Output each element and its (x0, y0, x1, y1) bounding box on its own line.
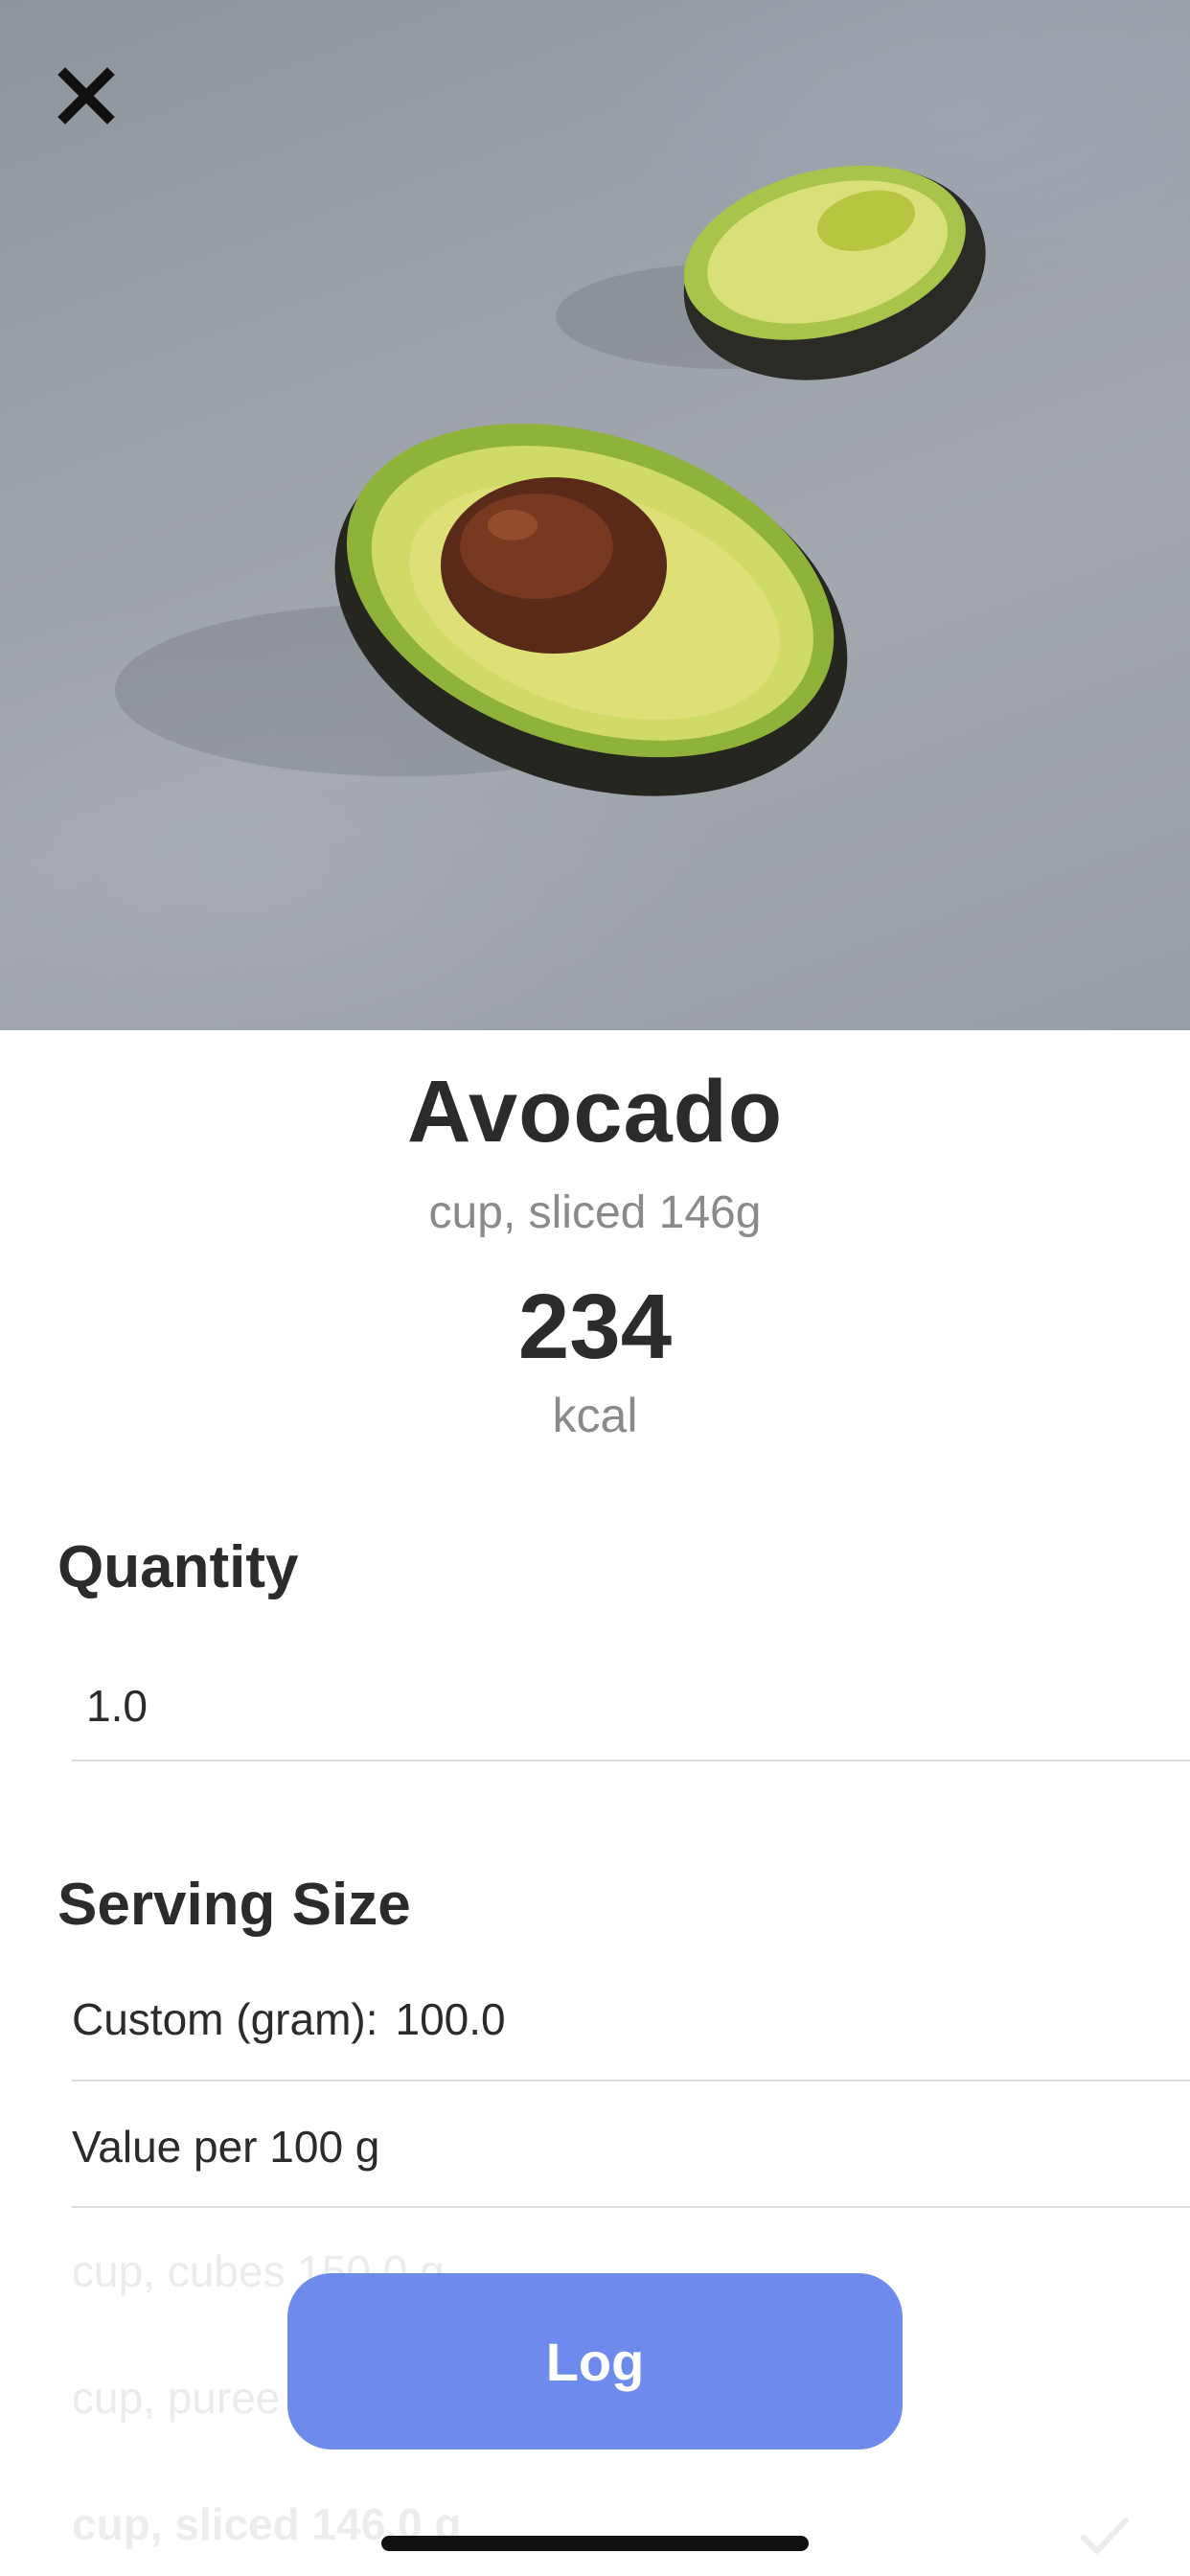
calorie-unit: kcal (552, 1389, 638, 1442)
checkmark-icon (1081, 2518, 1129, 2554)
quantity-divider (72, 1760, 1190, 1761)
serving-option-cup-sliced[interactable]: cup, sliced 146.0 g (72, 2486, 1190, 2563)
custom-row-divider (72, 2080, 1190, 2082)
close-icon (57, 67, 115, 125)
food-serving-description: cup, sliced 146g (428, 1187, 762, 1238)
quantity-title: Quantity (57, 1534, 299, 1600)
home-indicator[interactable] (381, 2536, 809, 2551)
avocado-illustration (115, 165, 986, 796)
serving-option-per-100g[interactable]: Value per 100 g (72, 2108, 1190, 2185)
option-divider (72, 2206, 1190, 2208)
food-name: Avocado (406, 1063, 784, 1161)
calorie-value: 234 (517, 1276, 673, 1378)
food-detail-screen: Avocado cup, sliced 146g 234 kcal Quanti… (0, 0, 1190, 2576)
serving-option-label: Value per 100 g (72, 2122, 380, 2172)
custom-gram-label: Custom (gram): (72, 1994, 378, 2044)
food-photo (0, 0, 1190, 1030)
quantity-input[interactable] (72, 1663, 1190, 1749)
custom-gram-input[interactable] (395, 1993, 779, 2045)
close-button[interactable] (57, 67, 144, 153)
log-button[interactable]: Log (287, 2273, 903, 2450)
serving-size-title: Serving Size (57, 1872, 411, 1938)
custom-gram-row: Custom (gram): (72, 1986, 1190, 2053)
